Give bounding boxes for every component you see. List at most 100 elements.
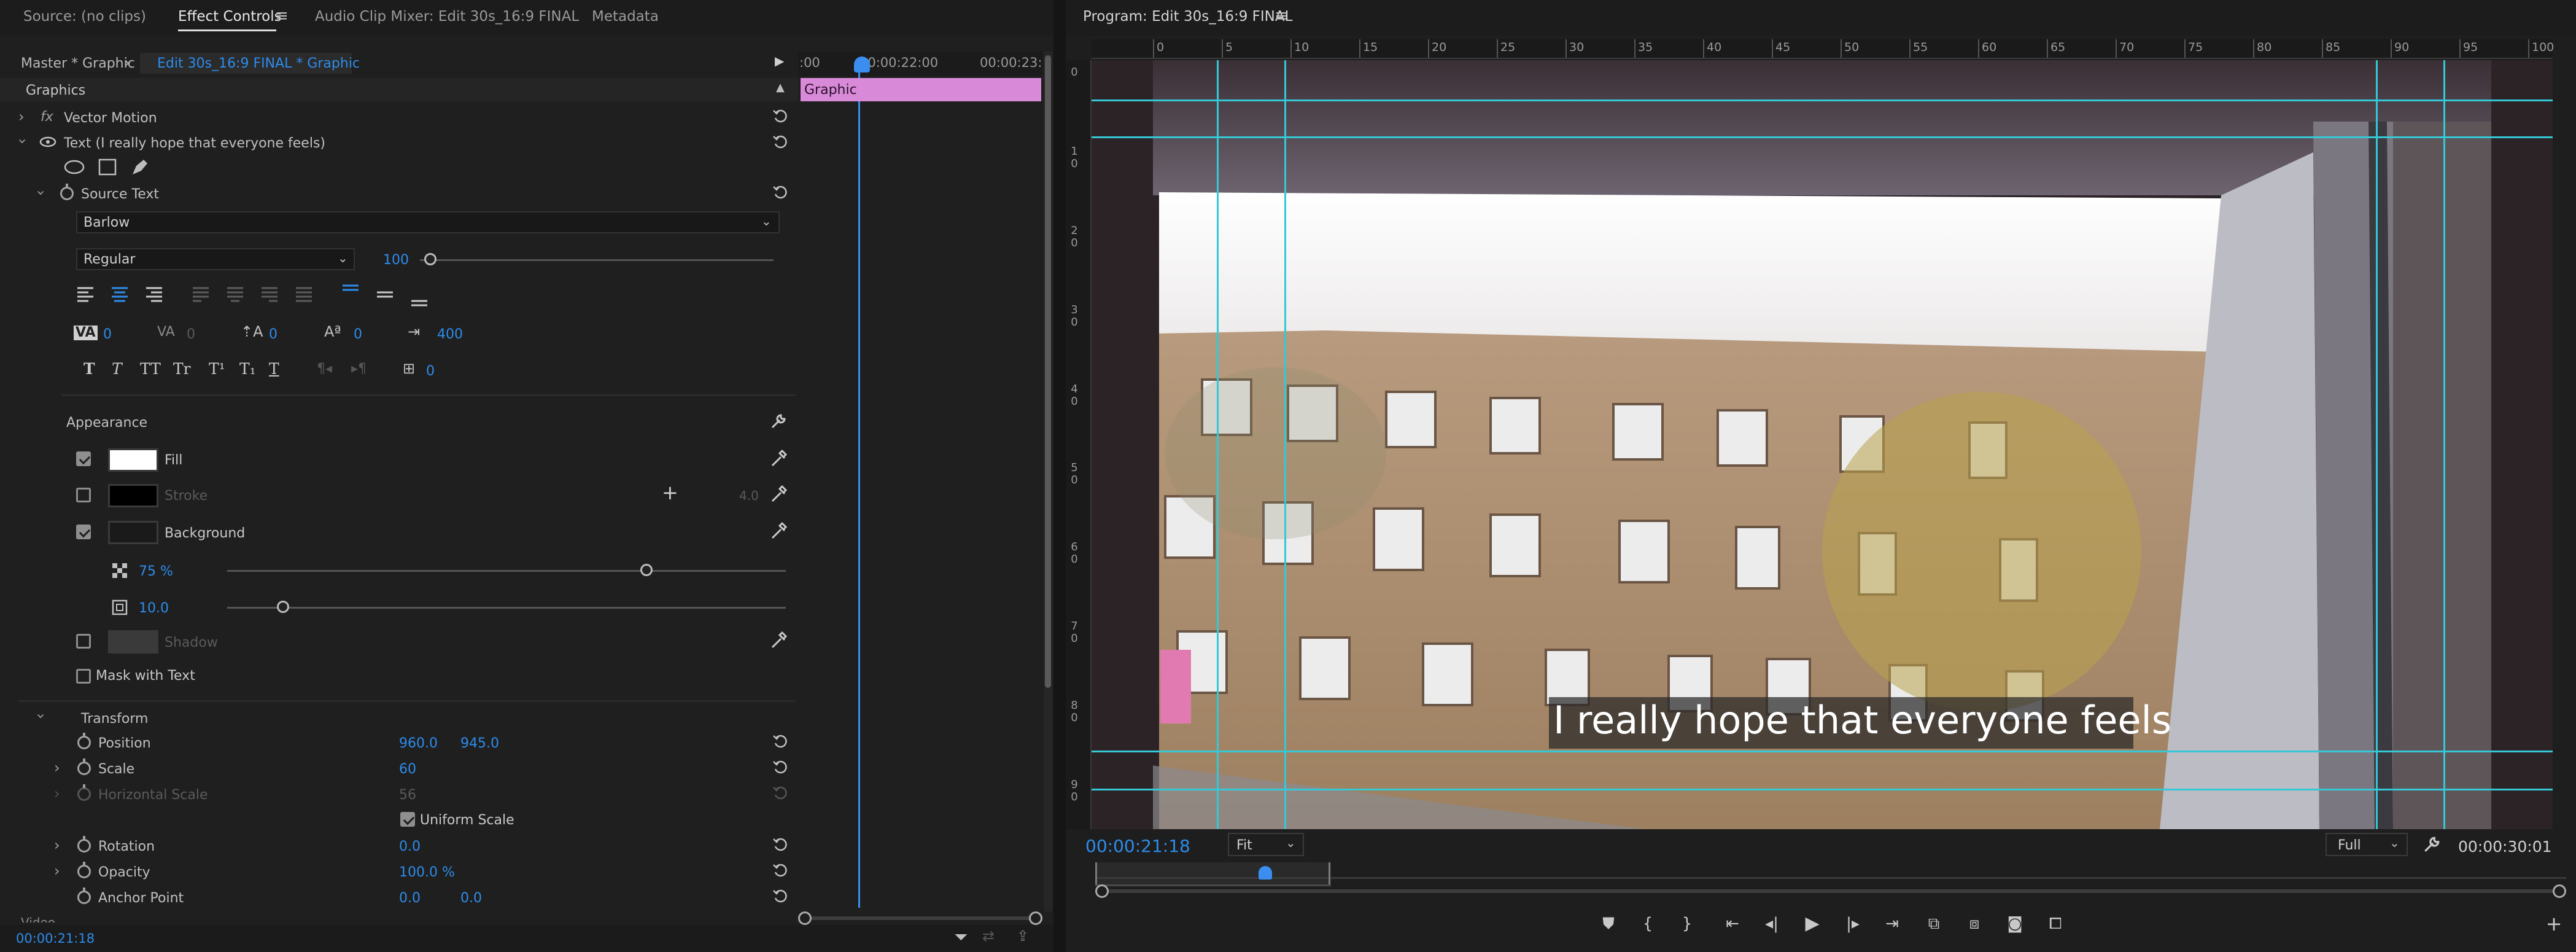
eye-icon[interactable] bbox=[39, 136, 56, 147]
plus-icon[interactable]: + bbox=[2542, 911, 2566, 936]
align-top-icon[interactable] bbox=[341, 284, 360, 300]
program-scrubber[interactable] bbox=[1095, 862, 2566, 886]
stopwatch-icon[interactable] bbox=[77, 888, 91, 904]
align-left-icon[interactable] bbox=[76, 286, 95, 302]
ripple-icon[interactable]: ⇄ bbox=[982, 929, 995, 943]
justify-right-icon[interactable] bbox=[260, 286, 279, 302]
vertical-guide[interactable] bbox=[2443, 60, 2445, 829]
stopwatch-icon[interactable] bbox=[77, 836, 91, 853]
comparison-view-icon[interactable]: ⧠ bbox=[2043, 911, 2068, 936]
faux-bold-button[interactable]: T bbox=[83, 361, 95, 377]
font-family-dropdown[interactable] bbox=[76, 211, 780, 233]
fill-checkbox[interactable] bbox=[76, 451, 91, 466]
source-text-twisty-icon[interactable]: › bbox=[33, 190, 50, 196]
reset-icon[interactable] bbox=[772, 108, 788, 124]
bg-opacity-slider-track[interactable] bbox=[227, 570, 786, 572]
video-frame[interactable]: I really hope that everyone feels bbox=[1092, 60, 2553, 829]
reset-icon[interactable] bbox=[772, 837, 788, 853]
program-zoom-scrollbar[interactable] bbox=[1095, 884, 2566, 898]
superscript-button[interactable]: T¹ bbox=[209, 361, 225, 377]
tab-width-value[interactable]: 400 bbox=[437, 328, 463, 341]
hamburger-icon[interactable]: ≡ bbox=[1274, 8, 1288, 24]
playhead-handle[interactable] bbox=[854, 57, 870, 72]
align-right-icon[interactable] bbox=[145, 286, 163, 302]
chevron-down-icon[interactable]: ⌄ bbox=[1286, 837, 1296, 849]
stopwatch-icon[interactable] bbox=[77, 862, 91, 878]
reset-icon[interactable] bbox=[772, 862, 788, 878]
hscale-twisty-icon[interactable]: › bbox=[54, 785, 60, 802]
vertical-guide[interactable] bbox=[1284, 60, 1286, 829]
align-center-icon[interactable] bbox=[111, 286, 129, 302]
vertical-ruler[interactable]: 0 1 0 2 0 3 0 4 0 5 0 6 0 7 0 8 0 9 0 bbox=[1066, 60, 1092, 829]
play-triangle-icon[interactable]: ▶ bbox=[775, 55, 784, 67]
font-size-slider-knob[interactable] bbox=[424, 253, 437, 265]
subtitle-text[interactable]: I really hope that everyone feels bbox=[1553, 701, 2171, 739]
chevron-down-icon[interactable]: ⌄ bbox=[761, 215, 772, 227]
export-icon[interactable]: ⇪ bbox=[1017, 929, 1029, 943]
uniform-scale-checkbox[interactable] bbox=[400, 812, 415, 827]
position-x-value[interactable]: 960.0 bbox=[399, 737, 438, 751]
step-forward-icon[interactable]: |▸ bbox=[1841, 911, 1865, 936]
anchor-y-value[interactable]: 0.0 bbox=[460, 892, 482, 905]
leading-value[interactable]: 0 bbox=[269, 328, 277, 341]
mark-in-icon[interactable]: { bbox=[1635, 911, 1660, 936]
opacity-twisty-icon[interactable]: › bbox=[54, 862, 60, 880]
eyedropper-icon[interactable] bbox=[770, 630, 787, 650]
fill-color-swatch[interactable] bbox=[108, 448, 158, 472]
baseline-value[interactable]: 0 bbox=[354, 328, 362, 341]
tab-metadata[interactable]: Metadata bbox=[592, 10, 659, 24]
rtl-direction-icon[interactable]: ▸¶ bbox=[351, 362, 367, 376]
horizontal-guide[interactable] bbox=[1092, 99, 2553, 101]
export-frame-icon[interactable]: ◙ bbox=[2003, 911, 2027, 936]
plus-icon[interactable]: + bbox=[662, 483, 678, 502]
go-to-out-icon[interactable]: ⇥ bbox=[1880, 911, 1904, 936]
tab-effect-controls[interactable]: Effect Controls bbox=[178, 10, 282, 24]
ltr-direction-icon[interactable]: ¶◂ bbox=[317, 362, 332, 376]
eyedropper-icon[interactable] bbox=[770, 448, 787, 468]
shadow-color-swatch[interactable] bbox=[108, 630, 158, 654]
fx-icon[interactable]: fx bbox=[41, 111, 53, 124]
horizontal-guide[interactable] bbox=[1092, 789, 2553, 790]
master-clip-label[interactable]: Master * Graphic bbox=[21, 57, 135, 71]
background-color-swatch[interactable] bbox=[108, 521, 158, 544]
stroke-width-value[interactable]: 4.0 bbox=[739, 490, 759, 502]
rotation-twisty-icon[interactable]: › bbox=[54, 837, 60, 854]
reset-icon[interactable] bbox=[772, 785, 788, 801]
bg-opacity-value[interactable]: 75 % bbox=[139, 565, 173, 579]
reset-icon[interactable] bbox=[772, 759, 788, 775]
sequence-clip-label[interactable]: Edit 30s_16:9 FINAL * Graphic bbox=[157, 57, 360, 71]
justify-all-icon[interactable] bbox=[295, 286, 313, 302]
chevron-down-icon[interactable]: ⌄ bbox=[2389, 837, 2400, 849]
scrollbar-thumb[interactable] bbox=[1045, 55, 1051, 688]
mask-with-text-checkbox[interactable] bbox=[76, 669, 91, 684]
rotation-value[interactable]: 0.0 bbox=[399, 840, 421, 854]
vertical-guide[interactable] bbox=[2376, 60, 2378, 829]
horizontal-ruler[interactable]: 0 5 10 15 20 25 30 35 40 45 50 55 60 65 70 75 80 85 90 95 10… bbox=[1092, 39, 2554, 59]
subscript-button[interactable]: T₁ bbox=[239, 361, 256, 377]
timeline-zoom-scrollbar[interactable] bbox=[798, 911, 1042, 925]
font-size-slider-track[interactable] bbox=[420, 259, 774, 261]
stopwatch-icon[interactable] bbox=[77, 784, 91, 801]
tab-audio-clip-mixer[interactable]: Audio Clip Mixer: Edit 30s_16:9 FINAL bbox=[315, 10, 579, 24]
text-layer-twisty-icon[interactable]: › bbox=[14, 138, 31, 144]
justify-center-icon[interactable] bbox=[226, 286, 244, 302]
horizontal-guide[interactable] bbox=[1092, 751, 2553, 752]
reset-icon[interactable] bbox=[772, 888, 788, 904]
collapse-up-icon[interactable]: ▲ bbox=[776, 82, 785, 93]
ellipse-mask-icon[interactable] bbox=[64, 160, 85, 174]
font-size-value[interactable]: 100 bbox=[383, 254, 409, 267]
horizontal-guide[interactable] bbox=[1092, 136, 2553, 138]
vector-motion-twisty-icon[interactable]: › bbox=[18, 108, 25, 125]
hamburger-icon[interactable]: ≡ bbox=[275, 8, 289, 24]
underline-button[interactable]: T bbox=[269, 361, 279, 377]
stroke-checkbox[interactable] bbox=[76, 488, 91, 502]
stroke-color-swatch[interactable] bbox=[108, 484, 158, 507]
bg-size-slider-knob[interactable] bbox=[277, 601, 289, 613]
chevron-right-icon[interactable]: › bbox=[124, 55, 130, 70]
vertical-guide[interactable] bbox=[1217, 60, 1219, 829]
stopwatch-icon[interactable] bbox=[77, 733, 91, 749]
program-title[interactable]: Program: Edit 30s_16:9 FINAL bbox=[1083, 10, 1292, 24]
reset-icon[interactable] bbox=[772, 134, 788, 150]
tsume-value[interactable]: 0 bbox=[426, 365, 435, 378]
overwrite-icon[interactable]: ⧈ bbox=[1962, 911, 1987, 936]
